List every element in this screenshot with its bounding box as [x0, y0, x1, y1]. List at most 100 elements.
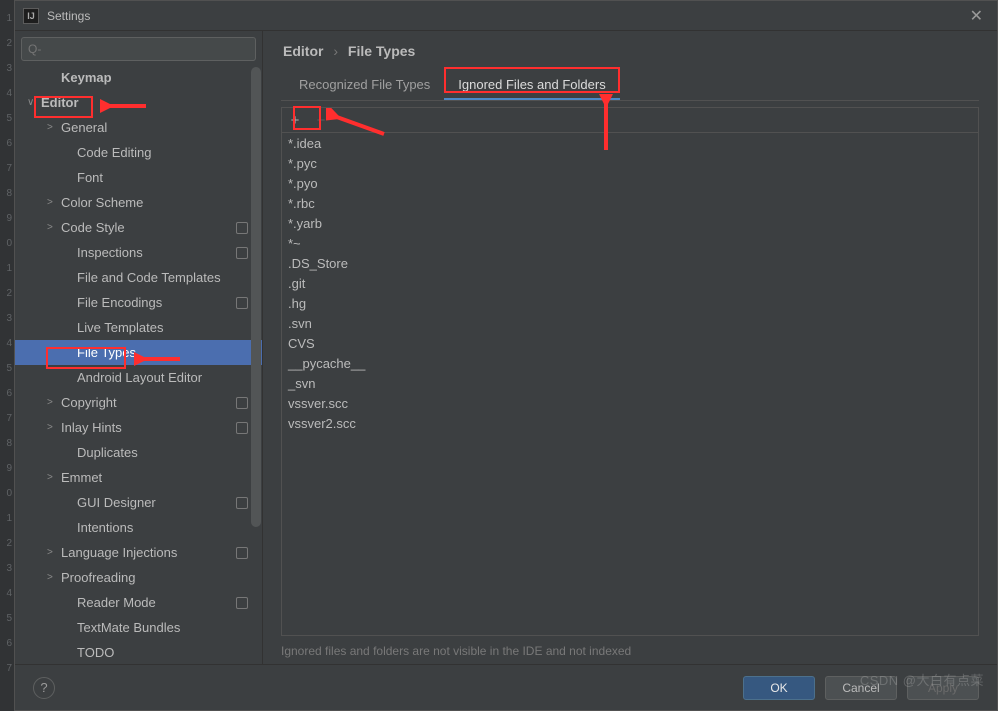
sidebar-item-editor[interactable]: ∨Editor — [15, 90, 262, 115]
list-item[interactable]: .svn — [282, 313, 978, 333]
sidebar-item-label: Android Layout Editor — [77, 370, 202, 385]
sidebar-item-inspections[interactable]: Inspections — [15, 240, 262, 265]
list-item[interactable]: *~ — [282, 233, 978, 253]
sidebar-item-label: TextMate Bundles — [77, 620, 180, 635]
chevron-right-icon: > — [47, 422, 61, 433]
sidebar-item-proofreading[interactable]: >Proofreading — [15, 565, 262, 590]
titlebar: IJ Settings ✕ — [15, 1, 997, 31]
breadcrumb-leaf: File Types — [348, 43, 415, 59]
sidebar-item-label: Inlay Hints — [61, 420, 122, 435]
tab-ignored-files-folders[interactable]: Ignored Files and Folders — [444, 71, 619, 100]
sidebar-item-code-editing[interactable]: Code Editing — [15, 140, 262, 165]
sidebar-item-language-injections[interactable]: >Language Injections — [15, 540, 262, 565]
sidebar-item-copyright[interactable]: >Copyright — [15, 390, 262, 415]
sidebar-item-file-encodings[interactable]: File Encodings — [15, 290, 262, 315]
list-item[interactable]: *.pyo — [282, 173, 978, 193]
sidebar-item-emmet[interactable]: >Emmet — [15, 465, 262, 490]
scope-badge-icon — [236, 497, 248, 509]
scope-badge-icon — [236, 547, 248, 559]
sidebar-item-label: Copyright — [61, 395, 117, 410]
sidebar-item-label: File Encodings — [77, 295, 162, 310]
cancel-button[interactable]: Cancel — [825, 676, 897, 700]
sidebar-item-file-and-code-templates[interactable]: File and Code Templates — [15, 265, 262, 290]
sidebar-item-label: Duplicates — [77, 445, 138, 460]
list-item[interactable]: .DS_Store — [282, 253, 978, 273]
list-item[interactable]: _svn — [282, 373, 978, 393]
chevron-right-icon: > — [47, 572, 61, 583]
settings-tree[interactable]: Keymap∨Editor>GeneralCode EditingFont>Co… — [15, 65, 262, 664]
tab-recognized-file-types[interactable]: Recognized File Types — [285, 71, 444, 100]
ignored-list[interactable]: *.idea*.pyc*.pyo*.rbc*.yarb*~.DS_Store.g… — [282, 133, 978, 635]
sidebar-item-duplicates[interactable]: Duplicates — [15, 440, 262, 465]
sidebar-item-android-layout-editor[interactable]: Android Layout Editor — [15, 365, 262, 390]
remove-button[interactable]: − — [308, 108, 334, 132]
sidebar-item-keymap[interactable]: Keymap — [15, 65, 262, 90]
sidebar-item-label: Code Style — [61, 220, 125, 235]
sidebar-item-label: Color Scheme — [61, 195, 143, 210]
help-button[interactable]: ? — [33, 677, 55, 699]
list-item[interactable]: vssver2.scc — [282, 413, 978, 433]
close-icon[interactable]: ✕ — [964, 4, 989, 28]
list-item[interactable]: *.rbc — [282, 193, 978, 213]
sidebar-item-general[interactable]: >General — [15, 115, 262, 140]
list-item[interactable]: *.yarb — [282, 213, 978, 233]
scope-badge-icon — [236, 422, 248, 434]
sidebar-item-textmate-bundles[interactable]: TextMate Bundles — [15, 615, 262, 640]
sidebar-item-file-types[interactable]: File Types — [15, 340, 262, 365]
chevron-right-icon: › — [333, 43, 338, 59]
scope-badge-icon — [236, 597, 248, 609]
list-item[interactable]: .hg — [282, 293, 978, 313]
breadcrumb-root[interactable]: Editor — [283, 43, 323, 59]
scope-badge-icon — [236, 222, 248, 234]
chevron-right-icon: > — [47, 122, 61, 133]
ok-button[interactable]: OK — [743, 676, 815, 700]
search-input[interactable] — [21, 37, 256, 61]
sidebar-item-label: GUI Designer — [77, 495, 156, 510]
sidebar-item-label: Live Templates — [77, 320, 163, 335]
list-item[interactable]: *.pyc — [282, 153, 978, 173]
scope-badge-icon — [236, 397, 248, 409]
chevron-right-icon: > — [47, 397, 61, 408]
breadcrumb: Editor › File Types — [283, 43, 979, 59]
list-item[interactable]: CVS — [282, 333, 978, 353]
apply-button[interactable]: Apply — [907, 676, 979, 700]
window-title: Settings — [47, 9, 90, 23]
sidebar-item-label: Language Injections — [61, 545, 177, 560]
sidebar-item-todo[interactable]: TODO — [15, 640, 262, 664]
ignored-hint: Ignored files and folders are not visibl… — [281, 644, 979, 658]
sidebar-item-font[interactable]: Font — [15, 165, 262, 190]
list-item[interactable]: *.idea — [282, 133, 978, 153]
list-item[interactable]: vssver.scc — [282, 393, 978, 413]
sidebar-item-label: Keymap — [61, 70, 112, 85]
sidebar-item-inlay-hints[interactable]: >Inlay Hints — [15, 415, 262, 440]
chevron-right-icon: > — [47, 197, 61, 208]
scope-badge-icon — [236, 297, 248, 309]
scope-badge-icon — [236, 247, 248, 259]
sidebar-item-label: General — [61, 120, 107, 135]
sidebar-item-label: Intentions — [77, 520, 133, 535]
ignored-toolbar: + − — [282, 108, 978, 133]
chevron-right-icon: > — [47, 222, 61, 233]
sidebar-item-label: Editor — [41, 95, 79, 110]
add-button[interactable]: + — [282, 108, 308, 132]
chevron-down-icon: ∨ — [27, 97, 41, 108]
list-item[interactable]: __pycache__ — [282, 353, 978, 373]
sidebar-scrollbar[interactable] — [251, 67, 261, 527]
list-item[interactable]: .git — [282, 273, 978, 293]
ignored-panel: + − *.idea*.pyc*.pyo*.rbc*.yarb*~.DS_Sto… — [281, 107, 979, 636]
sidebar-item-label: Inspections — [77, 245, 143, 260]
sidebar-item-label: Reader Mode — [77, 595, 156, 610]
sidebar-item-label: TODO — [77, 645, 114, 660]
sidebar-item-label: File and Code Templates — [77, 270, 221, 285]
sidebar-item-code-style[interactable]: >Code Style — [15, 215, 262, 240]
sidebar-item-color-scheme[interactable]: >Color Scheme — [15, 190, 262, 215]
sidebar-item-live-templates[interactable]: Live Templates — [15, 315, 262, 340]
sidebar-item-gui-designer[interactable]: GUI Designer — [15, 490, 262, 515]
sidebar-item-label: Font — [77, 170, 103, 185]
sidebar-item-reader-mode[interactable]: Reader Mode — [15, 590, 262, 615]
settings-sidebar: Keymap∨Editor>GeneralCode EditingFont>Co… — [15, 31, 263, 664]
tab-bar: Recognized File Types Ignored Files and … — [281, 71, 979, 101]
app-icon: IJ — [23, 8, 39, 24]
sidebar-item-intentions[interactable]: Intentions — [15, 515, 262, 540]
sidebar-item-label: Proofreading — [61, 570, 135, 585]
